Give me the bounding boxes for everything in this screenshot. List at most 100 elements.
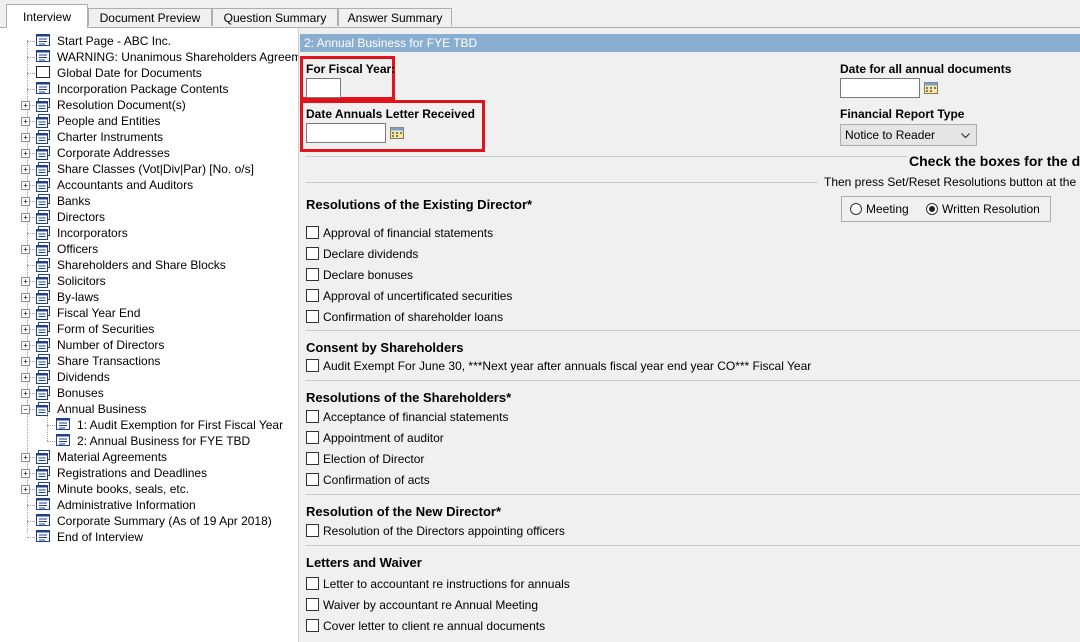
checkbox-item[interactable]: Appointment of auditor [306, 430, 444, 446]
checkbox[interactable] [306, 619, 319, 632]
tree-item[interactable]: + Directors [0, 209, 298, 225]
expand-icon[interactable]: + [21, 149, 30, 158]
tree-item[interactable]: 1: Audit Exemption for First Fiscal Year [0, 417, 298, 433]
tree-item[interactable]: + Banks [0, 193, 298, 209]
tree-item[interactable]: + Material Agreements [0, 449, 298, 465]
checkbox[interactable] [306, 289, 319, 302]
tree-item[interactable]: + Charter Instruments [0, 129, 298, 145]
tree-item[interactable]: + Minute books, seals, etc. [0, 481, 298, 497]
tree-item-label: Bonuses [57, 386, 104, 400]
tree-item[interactable]: + Share Classes (Vot|Div|Par) [No. o/s] [0, 161, 298, 177]
expand-icon[interactable]: + [21, 197, 30, 206]
checkbox[interactable] [306, 598, 319, 611]
checkbox-item[interactable]: Election of Director [306, 451, 424, 467]
expand-icon[interactable]: + [21, 117, 30, 126]
expand-icon[interactable]: + [21, 325, 30, 334]
checkbox-item[interactable]: Approval of uncertificated securities [306, 288, 512, 304]
checkbox-item[interactable]: Declare bonuses [306, 267, 413, 283]
checkbox-item[interactable]: Letter to accountant re instructions for… [306, 576, 570, 592]
checkbox-label: Election of Director [323, 452, 425, 466]
checkbox-item[interactable]: Confirmation of acts [306, 472, 430, 488]
expand-icon[interactable]: + [21, 101, 30, 110]
checkbox[interactable] [306, 359, 319, 372]
expand-icon[interactable]: + [21, 485, 30, 494]
tree-item[interactable]: + Fiscal Year End [0, 305, 298, 321]
checkbox[interactable] [306, 431, 319, 444]
tree-item[interactable]: Incorporation Package Contents [0, 81, 298, 97]
checkbox-item[interactable]: Acceptance of financial statements [306, 409, 508, 425]
expand-icon[interactable]: + [21, 133, 30, 142]
tree-item[interactable]: End of Interview [0, 529, 298, 545]
expand-icon[interactable]: + [21, 341, 30, 350]
checkbox[interactable] [306, 310, 319, 323]
tree-item[interactable]: WARNING: Unanimous Shareholders Agreem [0, 49, 298, 65]
fiscal-year-input[interactable] [306, 78, 341, 98]
tree-item[interactable]: + Resolution Document(s) [0, 97, 298, 113]
radio-meeting[interactable]: Meeting [850, 202, 909, 216]
calendar-icon[interactable] [390, 127, 404, 139]
expand-icon[interactable]: + [21, 357, 30, 366]
tree-item[interactable]: Global Date for Documents [0, 65, 298, 81]
tree-item[interactable]: Administrative Information [0, 497, 298, 513]
chevron-down-icon [961, 133, 970, 139]
date-all-input[interactable] [840, 78, 920, 98]
tab-document-preview[interactable]: Document Preview [88, 8, 212, 26]
tab-answer-summary[interactable]: Answer Summary [338, 8, 452, 26]
tree-item[interactable]: + By-laws [0, 289, 298, 305]
stack-icon [36, 258, 50, 272]
checkbox[interactable] [306, 577, 319, 590]
tree-item[interactable]: + Form of Securities [0, 321, 298, 337]
tree-item[interactable]: − Annual Business [0, 401, 298, 417]
tree-item[interactable]: + Officers [0, 241, 298, 257]
checkbox[interactable] [306, 473, 319, 486]
tree-item[interactable]: 2: Annual Business for FYE TBD [0, 433, 298, 449]
tree-item[interactable]: + Corporate Addresses [0, 145, 298, 161]
expand-icon[interactable]: + [21, 293, 30, 302]
tree-item-label: Start Page - ABC Inc. [57, 34, 172, 48]
checkbox[interactable] [306, 410, 319, 423]
tree-item[interactable]: Corporate Summary (As of 19 Apr 2018) [0, 513, 298, 529]
checkbox[interactable] [306, 268, 319, 281]
radio-written-resolution[interactable]: Written Resolution [926, 202, 1040, 216]
expand-icon[interactable]: + [21, 309, 30, 318]
tree-item[interactable]: + People and Entities [0, 113, 298, 129]
expand-icon[interactable]: + [21, 165, 30, 174]
collapse-icon[interactable]: − [21, 405, 30, 414]
tree-item[interactable]: + Registrations and Deadlines [0, 465, 298, 481]
checkbox[interactable] [306, 524, 319, 537]
expand-icon[interactable]: + [21, 389, 30, 398]
report-type-select[interactable]: Notice to Reader [840, 124, 977, 146]
checkbox[interactable] [306, 226, 319, 239]
expand-icon[interactable]: + [21, 213, 30, 222]
expand-icon[interactable]: + [21, 277, 30, 286]
checkbox[interactable] [306, 452, 319, 465]
expand-icon[interactable]: + [21, 469, 30, 478]
tree-item[interactable]: Shareholders and Share Blocks [0, 257, 298, 273]
expand-icon[interactable]: + [21, 453, 30, 462]
checkbox-item[interactable]: Resolution of the Directors appointing o… [306, 523, 565, 539]
letter-received-input[interactable] [306, 123, 386, 143]
checkbox-label: Approval of uncertificated securities [323, 289, 513, 303]
checkbox[interactable] [306, 247, 319, 260]
checkbox-item[interactable]: Approval of financial statements [306, 225, 493, 241]
stack-icon [36, 162, 50, 176]
tree-item[interactable]: + Dividends [0, 369, 298, 385]
tree-item[interactable]: Incorporators [0, 225, 298, 241]
checkbox-item[interactable]: Declare dividends [306, 246, 418, 262]
tree-item[interactable]: + Solicitors [0, 273, 298, 289]
tab-question-summary[interactable]: Question Summary [212, 8, 338, 26]
tree-item[interactable]: + Bonuses [0, 385, 298, 401]
tree-item[interactable]: + Accountants and Auditors [0, 177, 298, 193]
tree-item[interactable]: + Number of Directors [0, 337, 298, 353]
tab-interview[interactable]: Interview [6, 4, 88, 28]
expand-icon[interactable]: + [21, 245, 30, 254]
expand-icon[interactable]: + [21, 181, 30, 190]
checkbox-item[interactable]: Waiver by accountant re Annual Meeting [306, 597, 538, 613]
tree-item[interactable]: + Share Transactions [0, 353, 298, 369]
checkbox-item[interactable]: Cover letter to client re annual documen… [306, 618, 545, 634]
tree-item[interactable]: Start Page - ABC Inc. [0, 33, 298, 49]
expand-icon[interactable]: + [21, 373, 30, 382]
checkbox-item[interactable]: Audit Exempt For June 30, ***Next year a… [306, 358, 811, 374]
calendar-icon[interactable] [924, 82, 938, 94]
checkbox-item[interactable]: Confirmation of shareholder loans [306, 309, 503, 325]
